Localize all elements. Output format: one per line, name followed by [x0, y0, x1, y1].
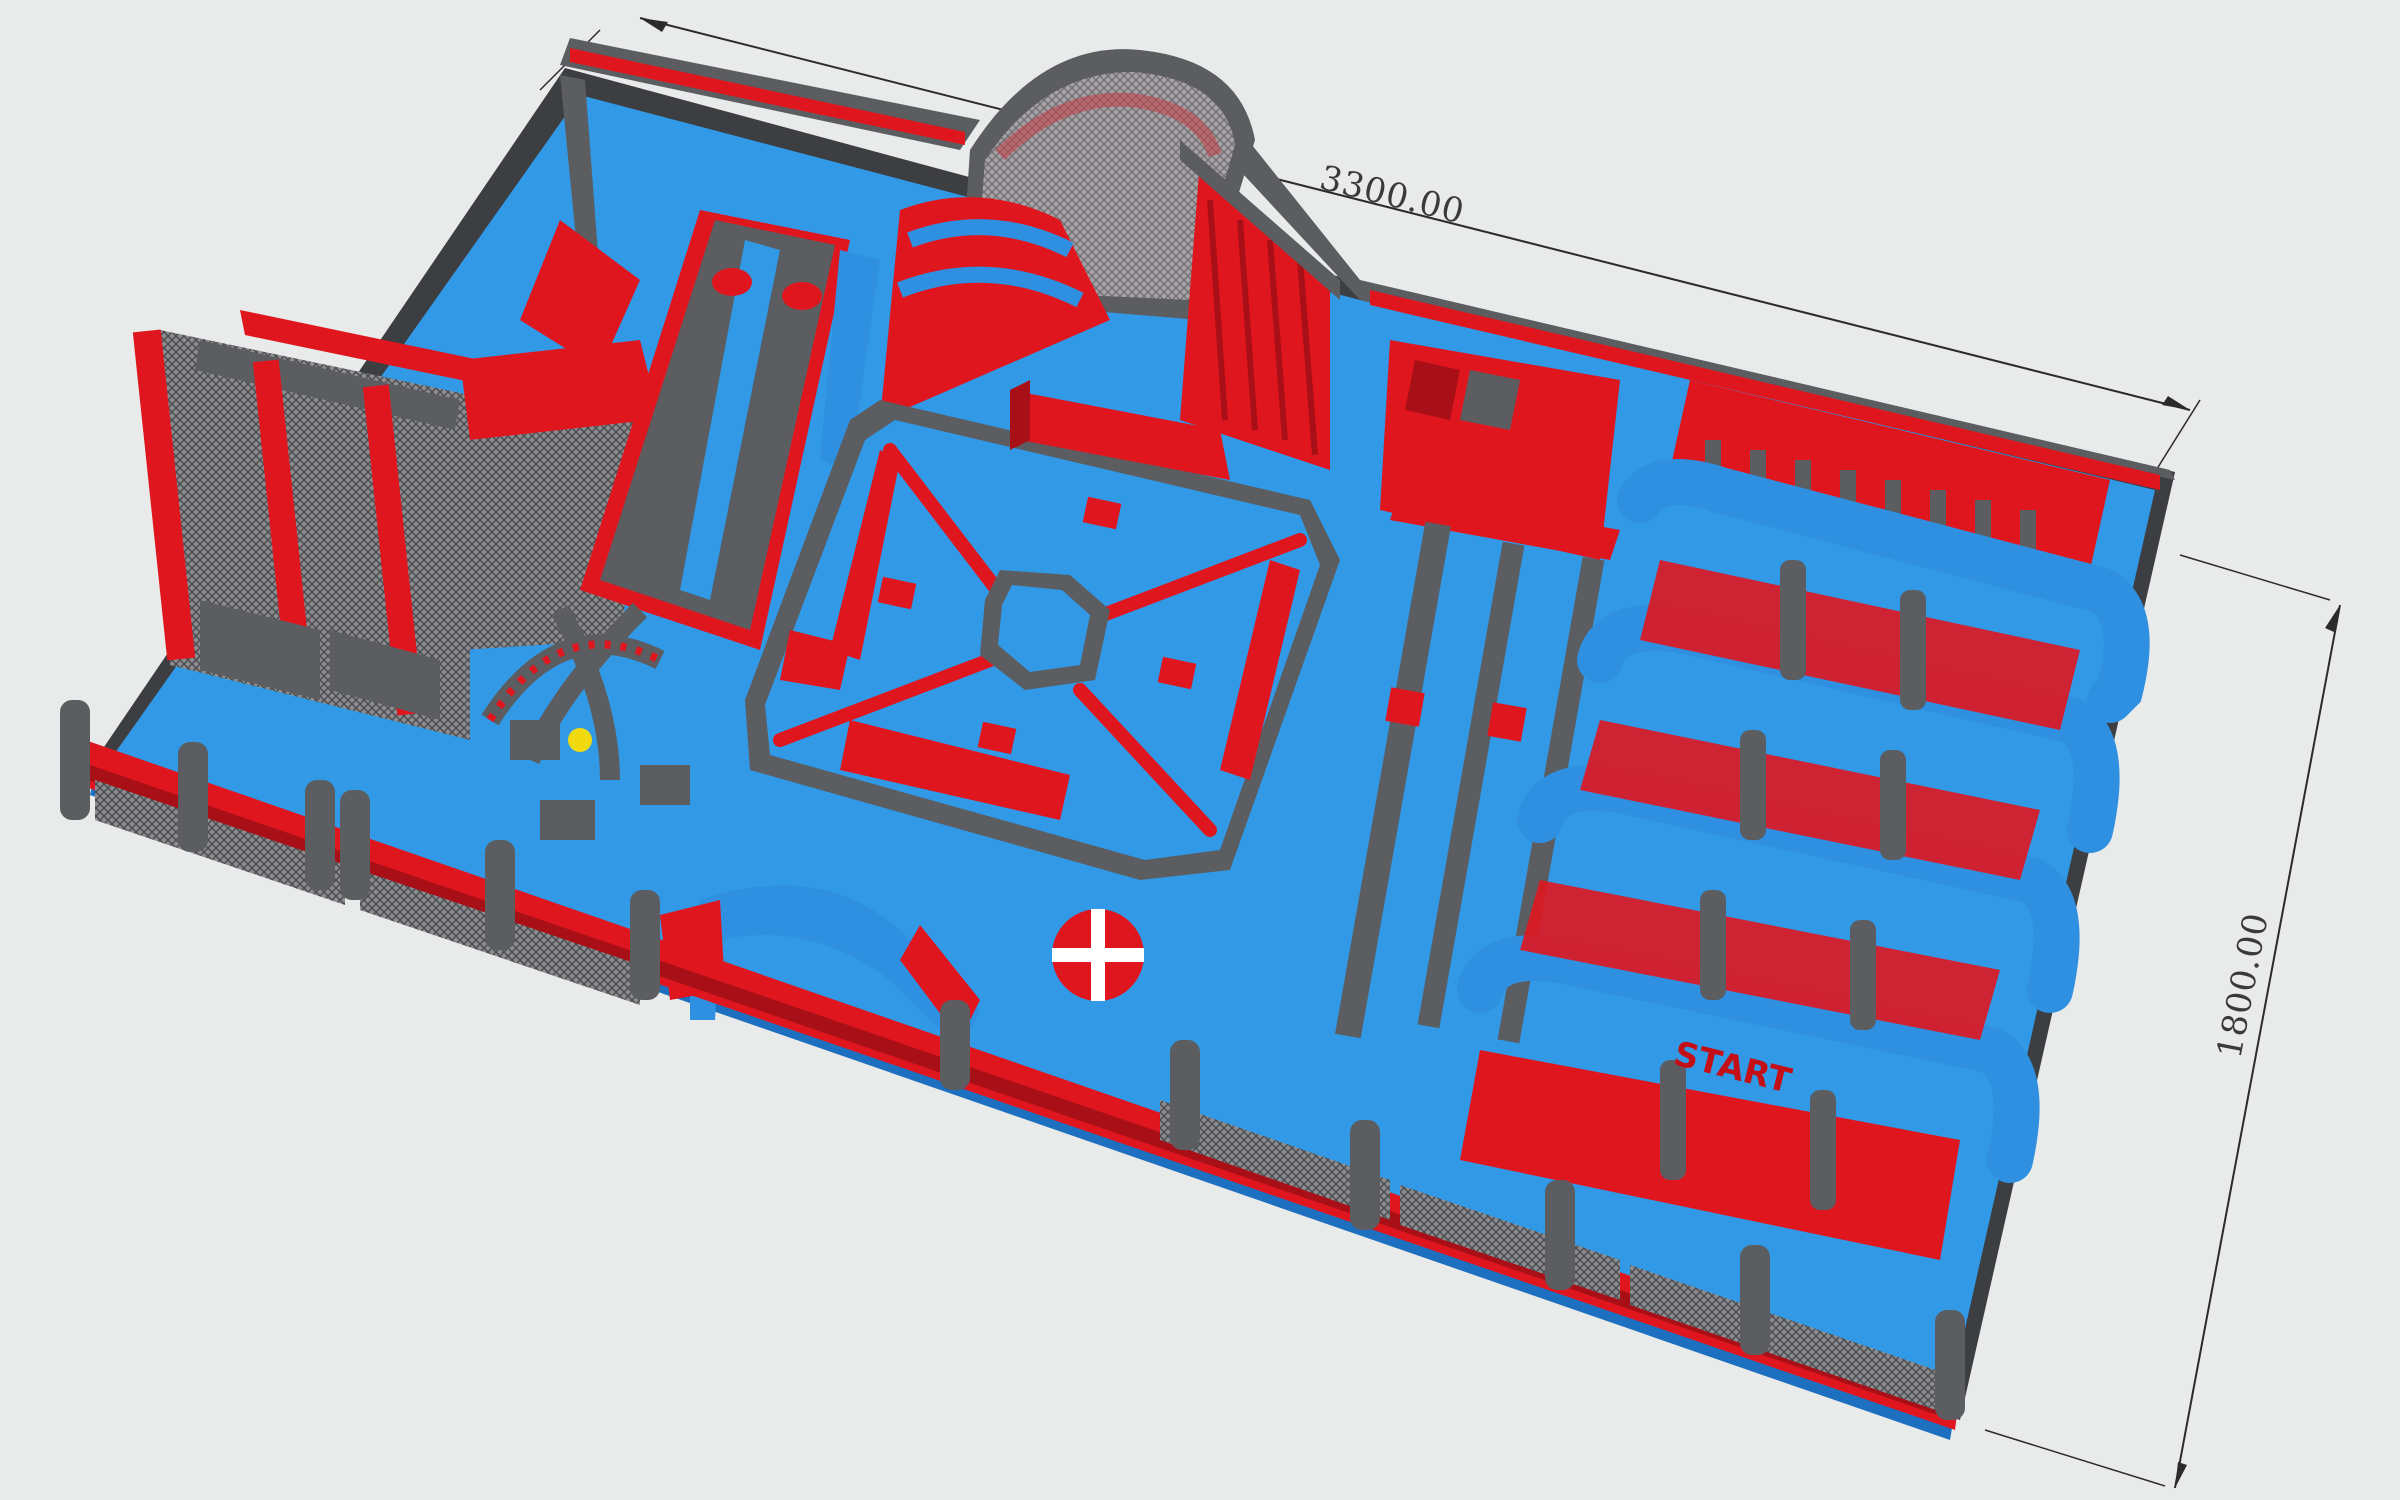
length-label: 3300.00	[1316, 158, 1469, 233]
width-label: 1800.00	[2210, 909, 2277, 1062]
inflatable-park-render: 3300.00 1800.00 START	[0, 0, 2400, 1500]
render-canvas: 3300.00 1800.00 START	[60, 17, 2341, 1489]
